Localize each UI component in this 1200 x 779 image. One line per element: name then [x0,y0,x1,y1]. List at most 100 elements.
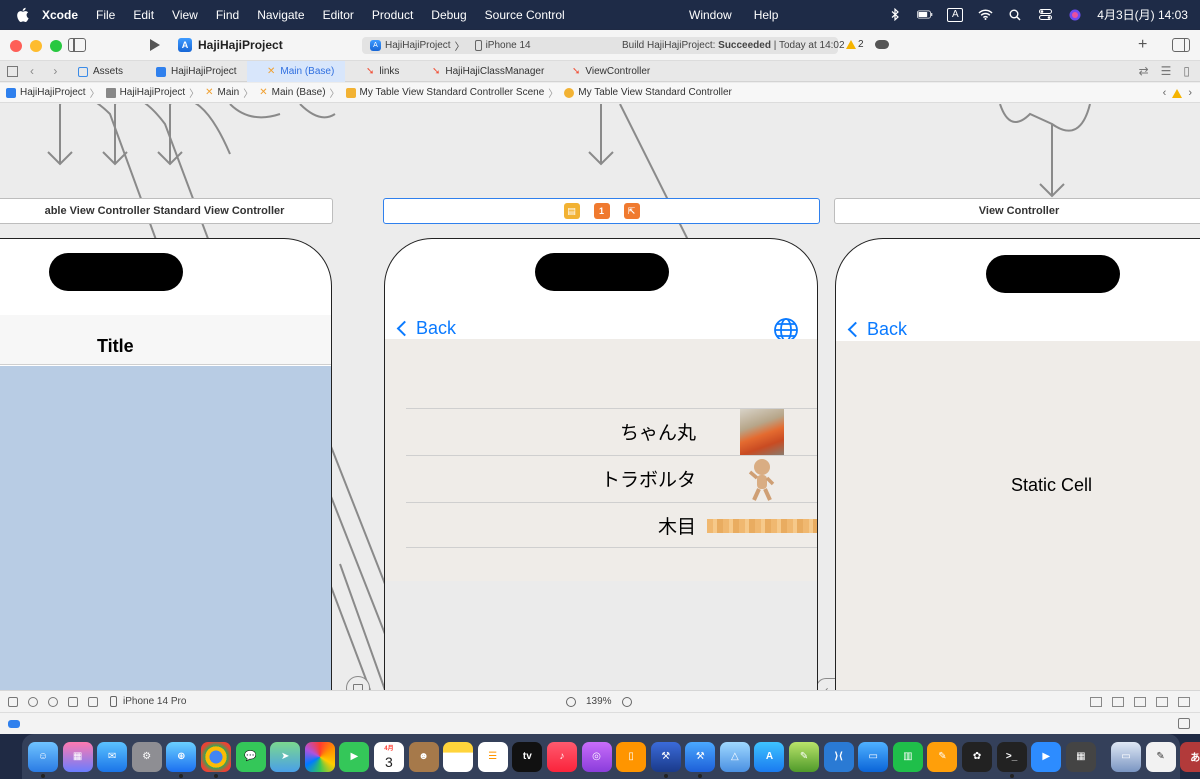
jumpbar-item-folder[interactable]: HajiHajiProject [105,87,185,98]
debug-area-toggle-icon[interactable] [1178,718,1190,729]
device-split-icon[interactable] [88,696,98,707]
orientation-icon[interactable] [68,696,78,707]
minimize-window-button[interactable] [30,40,42,52]
jumpbar-item-scene[interactable]: My Table View Standard Controller Scene [345,87,544,98]
chrome-icon[interactable] [200,741,231,778]
zoom-level[interactable]: 139% [586,696,612,707]
jumpbar-item-main-base[interactable]: ✕ Main (Base) [259,87,325,98]
control-center-icon[interactable] [1037,8,1053,22]
menu-find[interactable]: Find [216,8,239,22]
pages-icon[interactable]: ✎ [927,741,958,772]
menu-window[interactable]: Window [689,8,732,22]
search-icon[interactable] [1007,8,1023,22]
safari-icon[interactable]: ⊕ [166,741,197,778]
input-source-indicator[interactable]: A [947,7,964,22]
menu-app-name[interactable]: Xcode [42,8,78,22]
zoom-in-icon[interactable] [621,696,632,707]
scheme-activity-bar[interactable]: A HajiHajiProject 〉 iPhone 14 Build Haji… [362,37,845,54]
cloud-icon[interactable] [875,40,889,49]
facetime-icon[interactable]: ▶ [339,741,370,772]
calendar-icon[interactable]: 4月 3 [373,741,404,772]
resolve-issues-icon[interactable] [1156,696,1168,707]
menu-editor[interactable]: Editor [323,8,354,22]
jumpbar-item-project[interactable]: HajiHajiProject [6,87,86,98]
back-button[interactable]: Back [847,319,907,340]
table-row[interactable]: 木目 [406,502,817,548]
chevron-right-icon[interactable]: › [1188,87,1192,99]
update-frames-icon[interactable] [1090,696,1102,707]
tab-class-manager[interactable]: ➘ HajiHajiClassManager [432,61,544,82]
navigator-toggle-icon[interactable] [68,38,86,52]
battery-icon[interactable] [917,8,933,22]
warning-icon[interactable] [1172,88,1183,98]
app-store-icon[interactable]: A [754,741,785,772]
zoom-window-button[interactable] [50,40,62,52]
menu-product[interactable]: Product [372,8,413,22]
split-editor-icon[interactable]: ▯ [1183,64,1190,78]
dictionary-icon[interactable]: あ [1180,741,1200,772]
scene-dock-middle[interactable]: ▤ 1 ⇱ [383,198,820,224]
menu-file[interactable]: File [96,8,115,22]
menubar-clock[interactable]: 4月3日(月) 14:03 [1097,6,1188,23]
finder-icon[interactable]: ☺ [28,741,58,778]
zoom-app-icon[interactable]: ▶ [1031,741,1062,772]
menu-source-control[interactable]: Source Control [485,8,565,22]
scene-title-left[interactable]: able View Controller Standard View Contr… [0,198,333,224]
project-title[interactable]: A HajiHajiProject [178,38,283,52]
apple-tv-icon[interactable]: tv [512,741,543,772]
phone-frame-middle[interactable]: Back ちゃん丸 トラボルタ 木目 [384,238,818,690]
scheme-selector[interactable]: A HajiHajiProject 〉 [370,38,465,53]
dark-mode-icon[interactable] [48,696,58,707]
related-items-icon[interactable] [7,66,18,77]
table-row[interactable]: トラボルタ [406,455,817,501]
apple-icon[interactable] [14,7,30,23]
menu-navigate[interactable]: Navigate [257,8,304,22]
zoom-out-icon[interactable] [566,696,576,707]
jumpbar-item-controller[interactable]: My Table View Standard Controller [564,87,732,98]
siri-icon[interactable] [1067,8,1083,22]
maps-icon[interactable]: ➤ [270,741,301,772]
mail-icon[interactable]: ✉ [97,741,128,772]
tab-view-controller[interactable]: ➘ ViewController [572,61,650,82]
pencil-app-icon[interactable]: ✎ [789,741,820,772]
storyboard-canvas[interactable]: ‹ able View Controller Standard View Con… [0,104,1200,690]
simulator-icon[interactable]: △ [719,741,750,772]
vscode-icon[interactable]: ⟩⟨ [823,741,854,772]
document-outline-icon[interactable] [8,696,18,707]
menu-help[interactable]: Help [754,8,779,22]
warning-badge[interactable]: 2 [846,39,864,50]
messages-icon[interactable]: 💬 [235,741,266,772]
inspector-toggle-icon[interactable] [1172,38,1190,52]
wifi-icon[interactable] [977,8,993,22]
view-controller-icon[interactable]: ▤ [563,203,580,219]
segue-icon[interactable]: ‹ [816,678,836,690]
tab-project[interactable]: HajiHajiProject [156,61,237,82]
menu-view[interactable]: View [172,8,198,22]
appearance-icon[interactable] [28,696,38,707]
numbers-icon[interactable]: ▥ [892,741,923,772]
tab-assets[interactable]: Assets [78,61,123,82]
textedit-icon[interactable]: ✎ [1145,741,1176,772]
device-selector[interactable]: iPhone 14 Pro [110,696,186,707]
menu-debug[interactable]: Debug [431,8,466,22]
align-icon[interactable] [1112,696,1124,707]
content-view[interactable] [836,341,1200,690]
system-settings-icon[interactable]: ⚙ [131,741,162,772]
exit-icon[interactable]: ⇱ [623,203,640,219]
tab-main-storyboard[interactable]: ✕ Main (Base) [247,61,345,82]
debug-filter-icon[interactable] [8,720,20,728]
table-view[interactable] [0,366,331,690]
jumpbar-item-main[interactable]: ✕ Main [205,87,239,98]
back-forward-icon[interactable]: ‹ › [30,64,65,78]
embed-in-icon[interactable] [1178,696,1190,707]
photos-icon[interactable] [304,741,335,772]
xcode-dock-icon[interactable]: ⚒ [650,741,681,778]
launchpad-icon[interactable]: ▦ [62,741,93,772]
add-library-icon[interactable]: + [1138,36,1147,54]
first-responder-icon[interactable]: 1 [593,203,610,219]
phone-frame-left[interactable]: Title [0,238,332,690]
table-row[interactable]: ちゃん丸 [406,408,817,455]
run-button[interactable] [150,39,160,51]
terminal-icon[interactable]: >_ [996,741,1027,778]
tab-links[interactable]: ➘ links [366,61,399,82]
